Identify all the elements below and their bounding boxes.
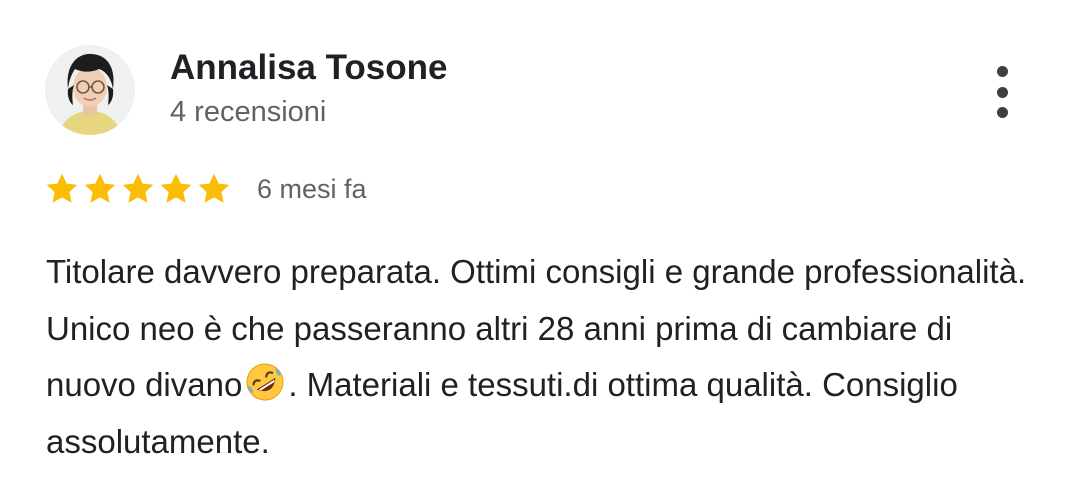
- menu-dot: [996, 86, 1008, 98]
- star-icon: [160, 173, 192, 203]
- star-icon: [198, 173, 230, 203]
- more-options-icon[interactable]: [982, 62, 1022, 122]
- star-icon: [46, 173, 78, 203]
- avatar[interactable]: [45, 45, 135, 135]
- review-count[interactable]: 4 recensioni: [170, 95, 326, 129]
- rating-row: 6 mesi fa: [44, 168, 367, 210]
- star-icon: [84, 173, 116, 203]
- review-time: 6 mesi fa: [257, 173, 367, 204]
- rolling-on-the-floor-laughing-emoji: [246, 363, 284, 401]
- review-text: Titolare davvero preparata. Ottimi consi…: [46, 244, 1046, 470]
- author-name[interactable]: Annalisa Tosone: [170, 47, 447, 89]
- menu-dot: [996, 66, 1008, 77]
- review-card: Annalisa Tosone 4 recensioni 6 mesi fa T…: [0, 0, 1080, 497]
- star-icon: [122, 173, 154, 203]
- avatar-photo: [45, 45, 135, 135]
- menu-dot: [996, 107, 1008, 118]
- star-rating: [44, 171, 232, 207]
